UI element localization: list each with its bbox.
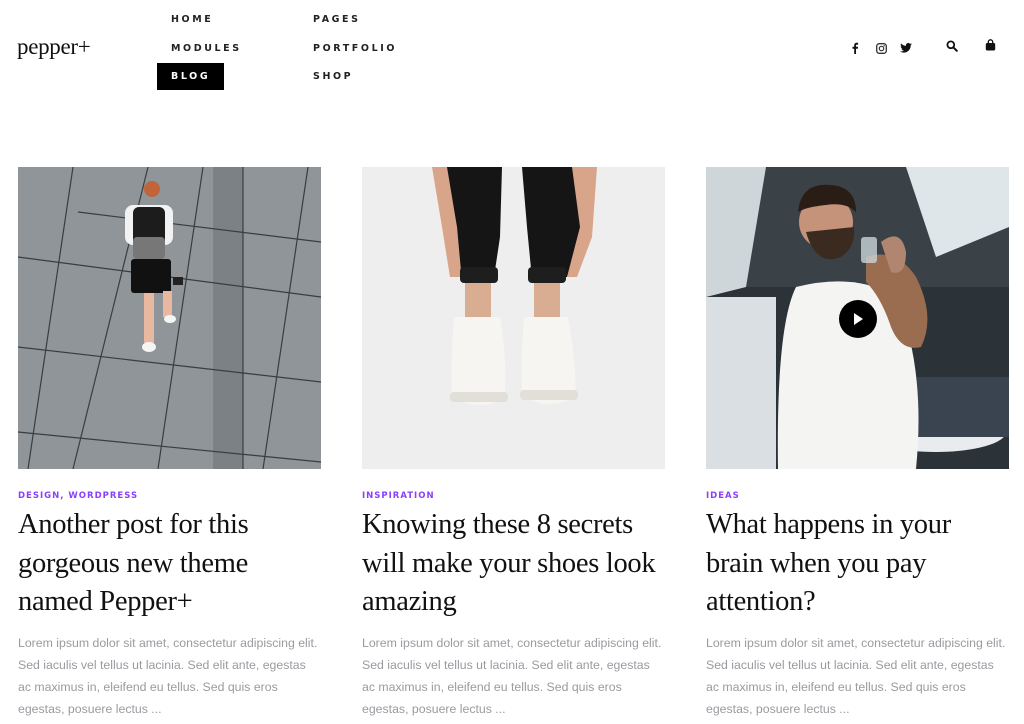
- nav-item-modules[interactable]: MODULES: [171, 43, 242, 54]
- nav-item-pages[interactable]: PAGES: [313, 14, 361, 25]
- twitter-icon[interactable]: [899, 41, 913, 55]
- play-video-button[interactable]: [839, 300, 877, 338]
- post-title[interactable]: Knowing these 8 secrets will make your s…: [362, 506, 665, 622]
- facebook-icon[interactable]: [848, 41, 862, 55]
- post-category-link[interactable]: INSPIRATION: [362, 491, 435, 501]
- instagram-icon[interactable]: [874, 41, 888, 55]
- post-excerpt: Lorem ipsum dolor sit amet, consectetur …: [18, 635, 318, 717]
- post-title[interactable]: Another post for this gorgeous new theme…: [18, 506, 321, 622]
- post-card: DESIGN, WORDPRESS Another post for this …: [18, 167, 321, 721]
- post-thumbnail[interactable]: [18, 167, 321, 469]
- post-category-link[interactable]: IDEAS: [706, 491, 740, 501]
- post-thumbnail[interactable]: [706, 167, 1009, 469]
- post-category-link[interactable]: DESIGN, WORDPRESS: [18, 491, 138, 501]
- post-card: IDEAS What happens in your brain when yo…: [706, 167, 1009, 721]
- man-walking-image: [18, 167, 321, 469]
- post-title[interactable]: What happens in your brain when you pay …: [706, 506, 1009, 622]
- play-icon: [854, 313, 863, 325]
- post-card: INSPIRATION Knowing these 8 secrets will…: [362, 167, 665, 721]
- site-logo[interactable]: pepper+: [17, 34, 91, 60]
- search-icon[interactable]: [945, 39, 959, 53]
- post-categories: IDEAS: [706, 491, 1009, 501]
- post-excerpt: Lorem ipsum dolor sit amet, consectetur …: [362, 635, 662, 717]
- sneakers-image: [362, 167, 665, 469]
- post-categories: DESIGN, WORDPRESS: [18, 491, 321, 501]
- post-thumbnail[interactable]: [362, 167, 665, 469]
- shopping-bag-icon[interactable]: [983, 38, 997, 52]
- nav-item-shop[interactable]: SHOP: [313, 71, 353, 82]
- nav-item-home[interactable]: HOME: [171, 14, 213, 25]
- nav-item-blog[interactable]: BLOG: [157, 63, 225, 90]
- post-excerpt: Lorem ipsum dolor sit amet, consectetur …: [706, 635, 1006, 717]
- post-categories: INSPIRATION: [362, 491, 665, 501]
- nav-item-portfolio[interactable]: PORTFOLIO: [313, 43, 397, 54]
